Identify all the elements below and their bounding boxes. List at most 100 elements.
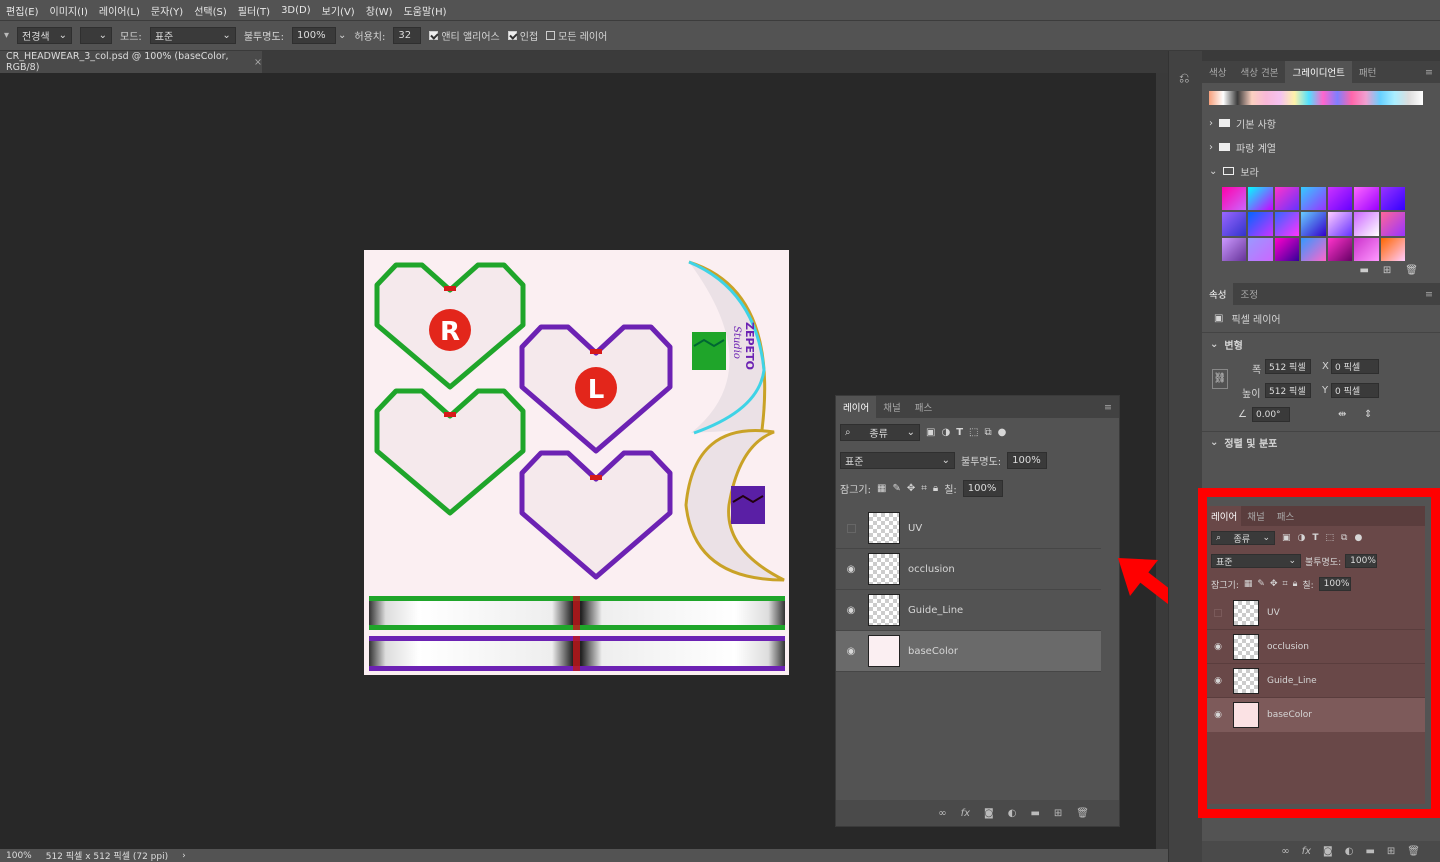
new-folder-icon[interactable]: ▬ (1359, 265, 1368, 276)
menu-filter[interactable]: 필터(T) (238, 3, 270, 18)
filter-adjustment-icon[interactable]: ◑ (941, 427, 950, 438)
eye-icon[interactable]: ◉ (836, 605, 866, 616)
chevron-right-icon[interactable]: › (182, 851, 186, 861)
zoom-level[interactable]: 100% (6, 851, 32, 861)
group-folder-icon[interactable]: ▬ (1030, 808, 1039, 819)
opacity-input[interactable]: 100% (291, 27, 336, 44)
purple-gradient-grid[interactable] (1222, 187, 1405, 261)
angle-input[interactable]: 0.00° (1252, 407, 1290, 422)
visibility-off-icon[interactable] (836, 523, 866, 533)
tab-gradients[interactable]: 그레이디언트 (1285, 61, 1352, 83)
panel-menu-icon[interactable]: ≡ (1097, 396, 1119, 418)
adjustment-icon[interactable]: ◐ (1345, 846, 1354, 857)
panel-menu-icon[interactable]: ≡ (1418, 61, 1440, 83)
fx-icon[interactable]: fx (1302, 846, 1311, 857)
canvas-scrollbar[interactable] (1156, 73, 1168, 849)
filter-smart-object-icon[interactable]: ⧉ (984, 427, 991, 438)
folder-blues[interactable]: › 파랑 계열 (1209, 135, 1440, 159)
new-gradient-icon[interactable]: ⊞ (1383, 265, 1391, 276)
align-section-header[interactable]: ⌄ 정렬 및 분포 (1202, 431, 1440, 453)
new-layer-icon[interactable]: ⊞ (1387, 846, 1395, 857)
layer-row-occlusion[interactable]: ◉ occlusion (836, 549, 1101, 590)
menu-help[interactable]: 도움말(H) (404, 3, 447, 18)
menu-type[interactable]: 문자(Y) (151, 3, 183, 18)
layer-row-guide-line[interactable]: ◉ Guide_Line (836, 590, 1101, 631)
lock-transparent-icon[interactable]: ▦ (877, 483, 886, 494)
document-tab[interactable]: CR_HEADWEAR_3_col.psd @ 100% (baseColor,… (0, 51, 262, 73)
flip-horizontal-icon[interactable]: ⇹ (1338, 409, 1346, 420)
layer-filter-select[interactable]: ⌕ 종류 ⌄ (840, 423, 920, 441)
texture-artwork[interactable]: R L ZEPETO Studio (364, 250, 789, 675)
gradient-presets-row[interactable] (1209, 91, 1423, 105)
trash-icon[interactable]: 🗑︎ (1407, 846, 1420, 857)
menu-image[interactable]: 이미지(I) (50, 3, 88, 18)
fill-input[interactable]: 100% (962, 479, 1003, 497)
filter-type-icon[interactable]: T (956, 427, 963, 438)
tab-properties[interactable]: 속성 (1202, 283, 1234, 305)
trash-icon[interactable]: 🗑︎ (1405, 265, 1418, 276)
folder-purples[interactable]: ⌄ 보라 (1209, 159, 1440, 183)
menu-view[interactable]: 보기(V) (322, 3, 355, 18)
adjustment-icon[interactable]: ◐ (1008, 808, 1017, 819)
trash-icon[interactable]: 🗑︎ (1076, 808, 1089, 819)
filter-toggle-icon[interactable]: ● (998, 427, 1007, 438)
tab-patterns[interactable]: 패턴 (1352, 61, 1383, 83)
layer-row-basecolor[interactable]: ◉ baseColor (836, 631, 1101, 672)
eye-icon[interactable]: ◉ (836, 564, 866, 575)
close-icon[interactable]: × (254, 57, 262, 68)
menu-layer[interactable]: 레이어(L) (99, 3, 140, 18)
fx-icon[interactable]: fx (961, 808, 970, 819)
menu-window[interactable]: 창(W) (366, 3, 393, 18)
lock-brush-icon[interactable]: ✎ (892, 483, 900, 494)
badge-r-letter: R (440, 317, 460, 347)
lock-move-icon[interactable]: ✥ (907, 483, 915, 494)
y-input[interactable]: 0 픽셀 (1331, 383, 1379, 398)
chevron-down-icon[interactable]: ⌄ (338, 30, 346, 41)
new-layer-icon[interactable]: ⊞ (1054, 808, 1062, 819)
menu-select[interactable]: 선택(S) (194, 3, 227, 18)
layer-row-uv[interactable]: UV (836, 508, 1101, 549)
lock-artboard-icon[interactable]: ⌗ (921, 483, 927, 494)
width-input[interactable]: 512 픽셀 (1265, 359, 1311, 374)
filter-pixel-icon[interactable]: ▣ (926, 427, 935, 438)
history-icon[interactable]: ⎌ (1179, 71, 1189, 86)
mode-label: 모드: (120, 32, 142, 43)
floating-layers-panel[interactable]: 레이어 채널 패스 ≡ ⌕ 종류 ⌄ ▣ ◑ T ⬚ ⧉ ● 표준 ⌄ 불투명도: 1… (835, 395, 1120, 827)
all-layers-checkbox[interactable]: 모든 레이어 (546, 28, 607, 43)
tool-preset-chevron-icon[interactable]: ▾ (4, 30, 9, 41)
folder-basics[interactable]: › 기본 사항 (1209, 111, 1440, 135)
height-input[interactable]: 512 픽셀 (1265, 383, 1311, 398)
tab-adjustments[interactable]: 조정 (1233, 283, 1264, 305)
tab-paths[interactable]: 패스 (908, 396, 939, 418)
pattern-picker[interactable]: ⌄ (80, 27, 113, 44)
antialias-checkbox[interactable]: 앤티 앨리어스 (429, 28, 500, 43)
tab-swatches[interactable]: 색상 견본 (1233, 61, 1285, 83)
blend-mode-select[interactable]: 표준 ⌄ (840, 451, 955, 469)
x-input[interactable]: 0 픽셀 (1331, 359, 1379, 374)
menu-edit[interactable]: 편집(E) (6, 3, 39, 18)
panel-menu-icon[interactable]: ≡ (1418, 283, 1440, 305)
layer-opacity-input[interactable]: 100% (1007, 451, 1048, 469)
tab-layers[interactable]: 레이어 (836, 396, 877, 418)
link-dimensions-icon[interactable]: ⛓︎ (1212, 369, 1228, 389)
fill-source-select[interactable]: 전경색 ⌄ (17, 27, 73, 44)
tolerance-input[interactable]: 32 (393, 27, 422, 44)
filter-shape-icon[interactable]: ⬚ (969, 427, 978, 438)
texture-artwork-svg: R L ZEPETO Studio (369, 260, 785, 671)
mask-icon[interactable]: ◙ (1323, 846, 1333, 857)
tab-channels[interactable]: 채널 (876, 396, 907, 418)
group-folder-icon[interactable]: ▬ (1365, 846, 1374, 857)
chevron-down-icon: ⌄ (1210, 437, 1219, 448)
link-layers-icon[interactable]: ∞ (1281, 846, 1289, 857)
lock-all-icon[interactable]: 🔒︎ (933, 483, 938, 494)
contiguous-checkbox[interactable]: 인접 (507, 28, 538, 43)
menu-3d[interactable]: 3D(D) (281, 5, 311, 16)
mask-icon[interactable]: ◙ (984, 808, 994, 819)
mode-select[interactable]: 표준 ⌄ (149, 27, 236, 44)
tab-color[interactable]: 색상 (1202, 61, 1233, 83)
transform-section-header[interactable]: ⌄ 변형 (1202, 333, 1440, 355)
flip-vertical-icon[interactable]: ⇕ (1364, 409, 1372, 420)
eye-icon[interactable]: ◉ (836, 646, 866, 657)
link-layers-icon[interactable]: ∞ (938, 808, 946, 819)
blend-row: 표준 ⌄ 불투명도: 100% (836, 446, 1119, 474)
